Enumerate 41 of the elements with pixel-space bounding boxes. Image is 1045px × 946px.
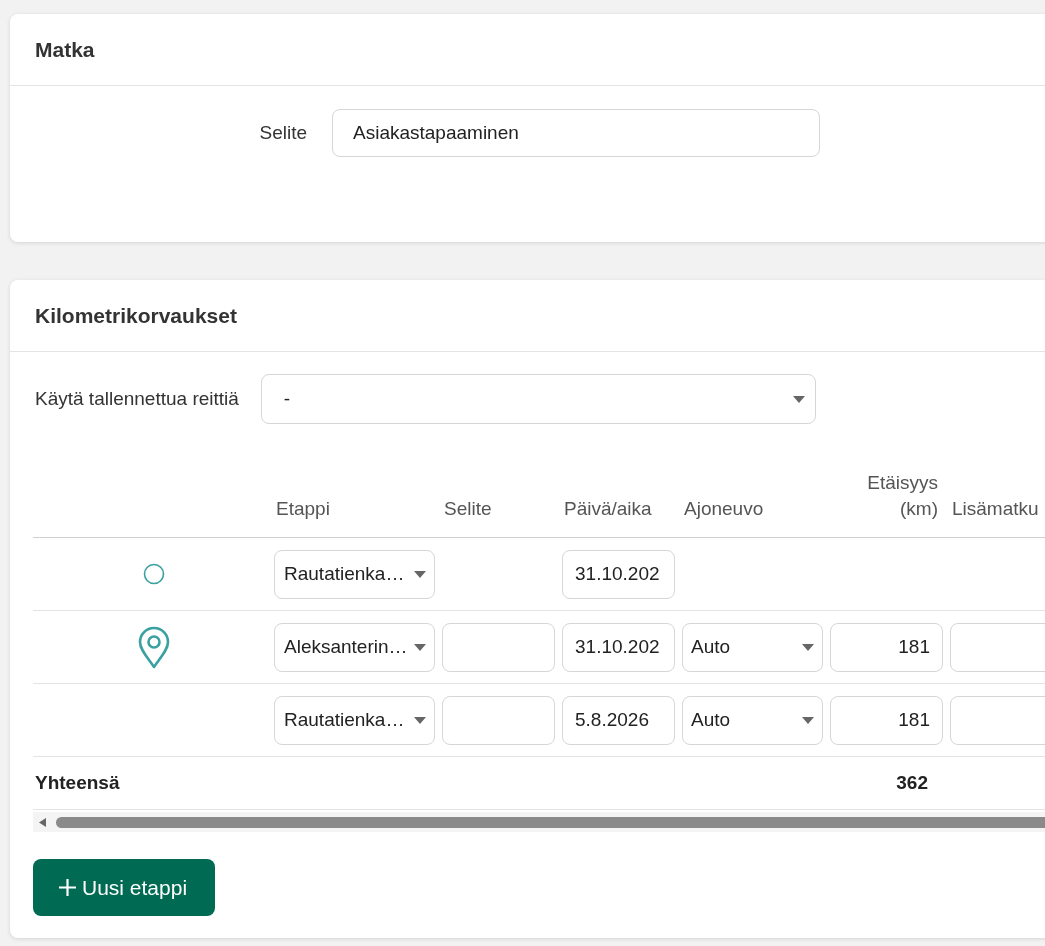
column-header: Etappi [275, 497, 331, 522]
extra-passenger-field[interactable] [950, 622, 1045, 672]
column-header: Ajoneuvo [683, 497, 765, 522]
distance-field[interactable]: 181 [830, 622, 943, 672]
route-select[interactable]: - [260, 374, 816, 424]
total-label: Yhteensä [34, 772, 121, 794]
map-pin-icon [136, 625, 171, 669]
description-field[interactable] [442, 695, 555, 745]
column-header: Lisämatku [951, 497, 1040, 522]
column-header: Päivä/aika [563, 497, 653, 522]
extra-passenger-field[interactable] [950, 695, 1045, 745]
vehicle-select[interactable]: Auto [682, 622, 823, 672]
description-field[interactable]: Asiakastapaaminen [332, 109, 820, 157]
date-time-field[interactable]: 31.10.202 [562, 549, 675, 599]
stage-select[interactable]: Rautatienka… [274, 695, 435, 745]
card-title: Kilometrikorvaukset [35, 303, 237, 328]
caret-icon [414, 643, 426, 651]
plus-icon [59, 879, 76, 896]
caret-icon [802, 643, 814, 651]
date-time-field[interactable]: 31.10.202 [562, 622, 675, 672]
column-header: Selite [443, 497, 493, 522]
vehicle-select[interactable]: Auto [682, 695, 823, 745]
scrollbar-thumb[interactable] [56, 816, 1045, 828]
stage-select[interactable]: Rautatienka… [274, 549, 435, 599]
field-label: Käytä tallennettua reittiä [35, 388, 239, 410]
new-stage-button[interactable]: Uusi etappi [33, 859, 216, 916]
horizontal-scrollbar[interactable] [33, 812, 1045, 832]
circle-icon [142, 563, 165, 585]
date-time-field[interactable]: 5.8.2026 [562, 695, 675, 745]
caret-icon [414, 716, 426, 724]
total-distance: 362 [895, 772, 928, 794]
column-header: Etäisyys (km) [866, 470, 939, 522]
stage-select[interactable]: Aleksanterin… [274, 622, 435, 672]
caret-icon [414, 570, 426, 578]
distance-field[interactable]: 181 [830, 695, 943, 745]
caret-icon [792, 395, 805, 403]
caret-icon [802, 716, 814, 724]
description-field[interactable] [442, 622, 555, 672]
field-label: Selite [258, 121, 308, 145]
scroll-left-arrow-icon[interactable] [39, 817, 46, 827]
card-title: Matka [35, 37, 95, 62]
